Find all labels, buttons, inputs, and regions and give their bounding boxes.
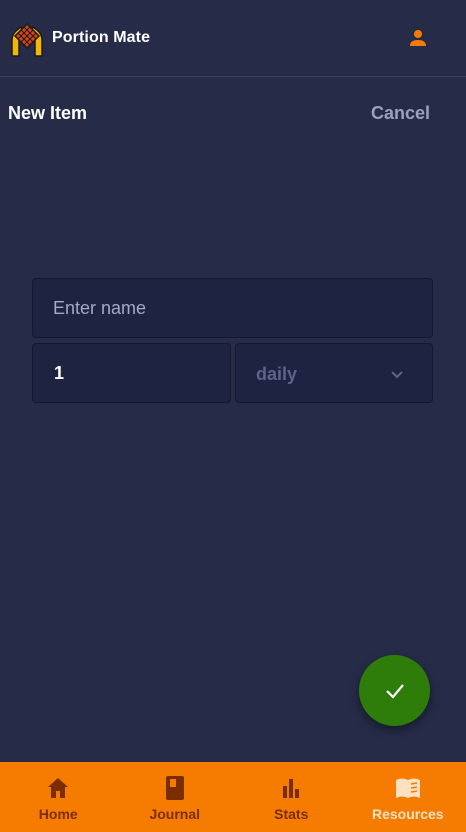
nav-label-resources: Resources bbox=[371, 806, 444, 822]
book-icon bbox=[165, 776, 184, 800]
profile-person-icon[interactable] bbox=[406, 26, 430, 50]
check-icon bbox=[385, 683, 404, 699]
quantity-input[interactable] bbox=[32, 343, 231, 403]
frequency-select[interactable]: daily bbox=[235, 343, 433, 403]
bottom-navigation: Home Journal Stats Resources bbox=[0, 762, 466, 832]
open-book-icon bbox=[395, 778, 420, 798]
cancel-button[interactable]: Cancel bbox=[371, 103, 430, 124]
page-title: New Item bbox=[8, 103, 88, 123]
nav-label-stats: Stats bbox=[274, 806, 309, 822]
save-fab-button[interactable] bbox=[359, 655, 430, 726]
frequency-value: daily bbox=[256, 364, 298, 384]
app-root: Portion Mate New Item Cancel daily Home bbox=[0, 0, 466, 832]
nav-item-resources[interactable]: Resources bbox=[350, 762, 466, 832]
home-icon bbox=[48, 778, 69, 798]
nav-label-journal: Journal bbox=[149, 806, 201, 822]
bar-chart-icon bbox=[283, 779, 300, 798]
nav-label-home: Home bbox=[38, 806, 78, 822]
nav-item-journal[interactable]: Journal bbox=[117, 762, 234, 832]
app-title: Portion Mate bbox=[52, 29, 151, 46]
nav-item-stats[interactable]: Stats bbox=[233, 762, 350, 832]
chevron-down-icon bbox=[391, 371, 403, 379]
app-header: Portion Mate bbox=[0, 0, 466, 77]
nav-item-home[interactable]: Home bbox=[0, 762, 117, 832]
portion-mate-logo-icon bbox=[11, 22, 43, 57]
item-name-input[interactable] bbox=[32, 278, 433, 338]
